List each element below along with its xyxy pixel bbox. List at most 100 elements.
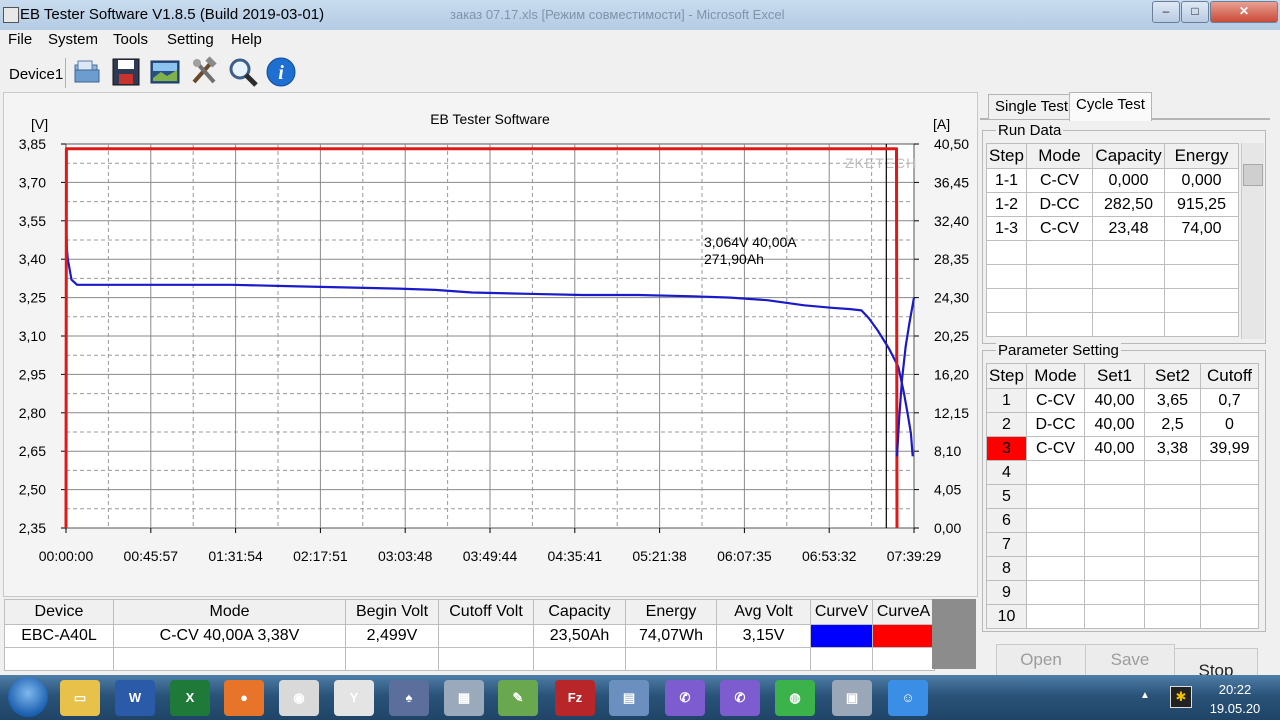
header-step: Step	[986, 143, 1027, 169]
excel-icon[interactable]: X	[170, 680, 210, 716]
qq-icon[interactable]: ☺	[888, 680, 928, 716]
calculator-icon[interactable]: ▦	[444, 680, 484, 716]
step-cell: 1-3	[986, 216, 1027, 241]
table-row[interactable]: 4	[986, 460, 1259, 485]
table-row[interactable]: 10	[986, 604, 1259, 629]
tools-icon[interactable]	[188, 56, 220, 88]
left-tick-label: 2,95	[19, 366, 46, 382]
mode-cell	[1026, 508, 1085, 533]
table-row[interactable]: 1-3 C-CV 23,48 74,00	[986, 216, 1239, 241]
empty-cell	[1092, 264, 1165, 289]
table-row[interactable]: 5	[986, 484, 1259, 509]
word-icon[interactable]: W	[115, 680, 155, 716]
chrome-icon[interactable]: ◉	[279, 680, 319, 716]
menu-tools[interactable]: Tools	[113, 31, 148, 48]
run-data-table: Step Mode Capacity Energy 1-1 C-CV 0,000 0,…	[986, 143, 1239, 337]
table-row[interactable]: 1-2 D-CC 282,50 915,25	[986, 192, 1239, 217]
cutoff-cell: 0	[1200, 412, 1259, 437]
empty-cell	[1164, 312, 1239, 337]
viber-icon[interactable]: ✆	[665, 680, 705, 716]
save-button[interactable]: Save	[1085, 644, 1175, 676]
header-cutoff: Cutoff	[1200, 363, 1259, 389]
table-row-empty	[4, 647, 935, 671]
firefox-icon[interactable]: ●	[224, 680, 264, 716]
picture-icon[interactable]	[149, 56, 181, 88]
cutoff-cell	[1200, 532, 1259, 557]
mode-cell: C-CV	[1026, 436, 1085, 461]
tab-cycle-test[interactable]: Cycle Test	[1069, 92, 1152, 121]
table-row[interactable]: EBC-A40L C-CV 40,00A 3,38V 2,499V 23,50A…	[4, 624, 935, 648]
empty-cell	[1092, 288, 1165, 313]
table-row[interactable]: 7	[986, 532, 1259, 557]
run-data-label: Run Data	[996, 122, 1064, 139]
notepad-icon[interactable]: ✎	[498, 680, 538, 716]
empty-cell	[1164, 240, 1239, 265]
empty-cell	[872, 647, 935, 671]
info-icon[interactable]: i	[265, 56, 297, 88]
table-row[interactable]: 9	[986, 580, 1259, 605]
empty-cell	[1026, 264, 1093, 289]
minimize-button[interactable]: –	[1152, 1, 1180, 23]
step-cell: 5	[986, 484, 1027, 509]
set2-cell	[1144, 556, 1201, 581]
cutoff-cell: 39,99	[1200, 436, 1259, 461]
filezilla-icon[interactable]: Fz	[555, 680, 595, 716]
left-tick-label: 2,50	[19, 482, 46, 498]
table-row[interactable]: 1-1 C-CV 0,000 0,000	[986, 168, 1239, 193]
set2-cell: 3,65	[1144, 388, 1201, 413]
empty-cell	[625, 647, 717, 671]
cursor-annotation-1: 3,064V 40,00A	[704, 234, 797, 250]
set1-cell	[1084, 532, 1145, 557]
virtualbox-icon[interactable]: ▣	[832, 680, 872, 716]
explorer-icon[interactable]: ▭	[60, 680, 100, 716]
mode-cell: C-CV	[1026, 168, 1093, 193]
curve-v-color-swatch[interactable]	[810, 624, 873, 648]
set2-cell	[1144, 460, 1201, 485]
maximize-button[interactable]: □	[1181, 1, 1209, 23]
clock-time[interactable]: 20:22	[1205, 682, 1265, 697]
step-cell: 8	[986, 556, 1027, 581]
menu-system[interactable]: System	[48, 31, 98, 48]
open-button[interactable]: Open	[996, 644, 1086, 676]
table-row[interactable]: 3 C-CV 40,00 3,38 39,99	[986, 436, 1259, 461]
watermark: ZKETECH	[845, 155, 917, 171]
tray-chevron-icon[interactable]: ▲	[1140, 690, 1150, 701]
menu-file[interactable]: File	[8, 31, 32, 48]
clock-date[interactable]: 19.05.20	[1200, 701, 1270, 716]
cell-avg-volt: 3,15V	[716, 624, 811, 648]
menu-help[interactable]: Help	[231, 31, 262, 48]
close-button[interactable]: ✕	[1210, 1, 1278, 23]
wechat-icon[interactable]: ◍	[775, 680, 815, 716]
cutoff-cell	[1200, 484, 1259, 509]
right-tick-label: 36,45	[934, 174, 969, 190]
stop-button[interactable]: Stop	[1174, 648, 1258, 676]
app-icon[interactable]: ♠	[389, 680, 429, 716]
device-label: Device1	[9, 66, 64, 83]
empty-cell	[1092, 312, 1165, 337]
viber-icon-2[interactable]: ✆	[720, 680, 760, 716]
eb-tester-icon[interactable]: ▤	[609, 680, 649, 716]
tab-single-test[interactable]: Single Test	[988, 94, 1076, 119]
empty-cell	[438, 647, 534, 671]
table-row[interactable]: 1 C-CV 40,00 3,65 0,7	[986, 388, 1259, 413]
start-button[interactable]	[8, 677, 48, 717]
open-folder-icon[interactable]	[71, 56, 103, 88]
left-tick-label: 3,25	[19, 290, 46, 306]
right-tick-label: 32,40	[934, 213, 969, 229]
save-icon[interactable]	[110, 56, 142, 88]
tray-app-icon[interactable]: ✱	[1170, 686, 1192, 708]
table-row[interactable]: 8	[986, 556, 1259, 581]
yandex-icon[interactable]: Y	[334, 680, 374, 716]
menu-setting[interactable]: Setting	[167, 31, 214, 48]
cell-device: EBC-A40L	[4, 624, 114, 648]
scrollbar-thumb[interactable]	[1243, 164, 1263, 186]
table-row[interactable]: 6	[986, 508, 1259, 533]
magnifier-icon[interactable]	[227, 56, 259, 88]
mode-cell	[1026, 532, 1085, 557]
mode-cell	[1026, 556, 1085, 581]
energy-cell: 74,00	[1164, 216, 1239, 241]
curve-a-color-swatch[interactable]	[872, 624, 935, 648]
table-row[interactable]: 2 D-CC 40,00 2,5 0	[986, 412, 1259, 437]
set1-cell	[1084, 556, 1145, 581]
cutoff-cell	[1200, 580, 1259, 605]
